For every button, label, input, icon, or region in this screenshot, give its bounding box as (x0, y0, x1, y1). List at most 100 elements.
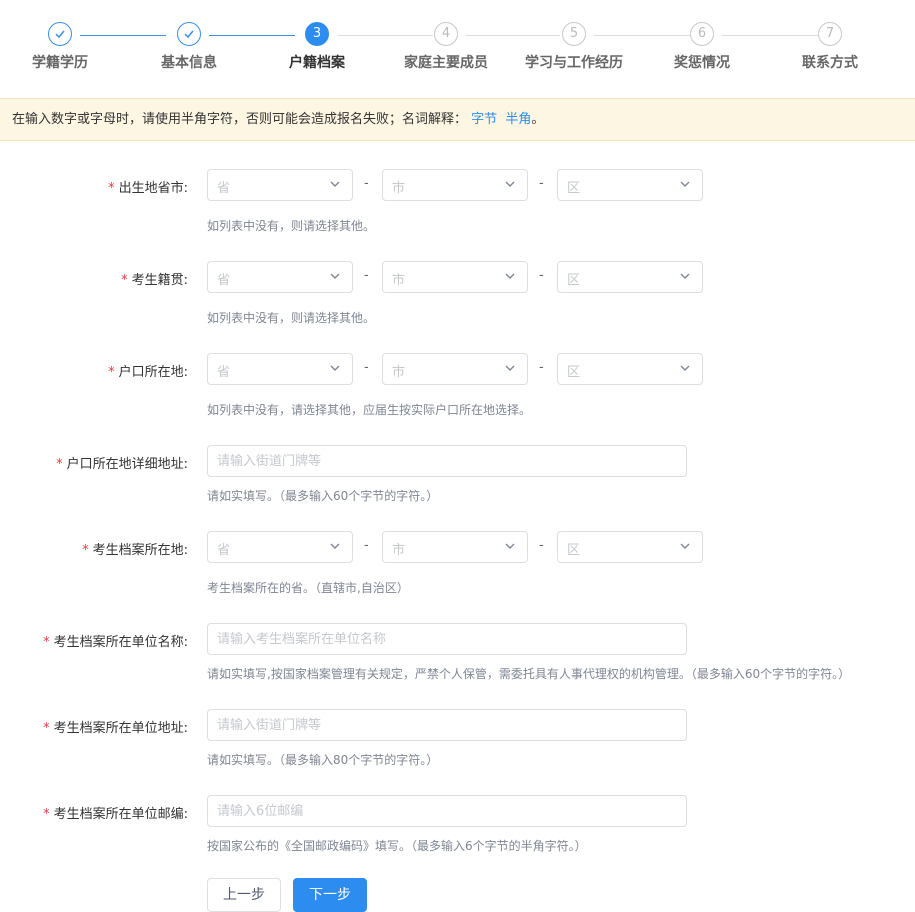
hukou-location-label-text: 户口所在地: (118, 365, 188, 380)
required-mark: * (43, 807, 50, 822)
archive-unit-address-label-text: 考生档案所在单位地址: (53, 721, 188, 736)
check-icon (55, 30, 65, 39)
notice-link-half-width[interactable]: 半角 (505, 112, 531, 127)
step-4-label: 家庭主要成员 (404, 55, 488, 71)
select-placeholder: 市 (392, 273, 406, 288)
hukou-address-input[interactable] (207, 445, 687, 477)
archive-district-select[interactable]: 区 (557, 531, 703, 563)
hukou-city-select[interactable]: 市 (382, 353, 528, 385)
select-placeholder: 区 (567, 365, 581, 380)
archive-unit-postcode-label-text: 考生档案所在单位邮编: (53, 807, 188, 822)
archive-location-label: * 考生档案所在地: (82, 539, 188, 558)
required-mark: * (43, 721, 50, 736)
hukou-province-select[interactable]: 省 (207, 353, 353, 385)
chevron-down-icon (680, 543, 690, 549)
select-placeholder: 区 (567, 273, 581, 288)
step-3-circle: 3 (305, 22, 329, 46)
select-placeholder: 市 (392, 365, 406, 380)
step-1-circle (48, 22, 72, 46)
step-1-label: 学籍学历 (32, 55, 88, 71)
step-7: 7 联系方式 (760, 22, 900, 72)
chevron-down-icon (505, 181, 515, 187)
separator: - (539, 268, 544, 283)
chevron-down-icon (505, 273, 515, 279)
archive-unit-name-hint: 请如实填写,按国家档案管理有关规定，严禁个人保管，需委托具有人事代理权的机构管理… (207, 667, 851, 681)
archive-city-select[interactable]: 市 (382, 531, 528, 563)
native-place-province-select[interactable]: 省 (207, 261, 353, 293)
chevron-down-icon (330, 181, 340, 187)
required-mark: * (56, 457, 63, 472)
archive-unit-name-label-text: 考生档案所在单位名称: (53, 635, 188, 650)
step-2: 基本信息 (119, 22, 259, 72)
required-mark: * (108, 365, 115, 380)
required-mark: * (43, 635, 50, 650)
archive-province-select[interactable]: 省 (207, 531, 353, 563)
half-width-notice: 在输入数字或字母时，请使用半角字符，否则可能会造成报名失败；名词解释： 字节 半… (0, 98, 915, 141)
hukou-district-select[interactable]: 区 (557, 353, 703, 385)
step-3: 3 户籍档案 (247, 22, 387, 72)
hukou-address-label: * 户口所在地详细地址: (56, 453, 188, 472)
separator: - (364, 176, 369, 191)
next-step-button[interactable]: 下一步 (293, 878, 367, 912)
native-place-city-select[interactable]: 市 (382, 261, 528, 293)
select-placeholder: 省 (217, 273, 231, 288)
step-4: 4 家庭主要成员 (376, 22, 516, 72)
select-placeholder: 区 (567, 181, 581, 196)
step-5-label: 学习与工作经历 (525, 55, 623, 71)
archive-unit-name-label: * 考生档案所在单位名称: (43, 631, 188, 650)
archive-location-hint: 考生档案所在的省。（直辖市,自治区） (207, 581, 409, 595)
separator: - (364, 268, 369, 283)
select-placeholder: 市 (392, 181, 406, 196)
archive-unit-address-input[interactable] (207, 709, 687, 741)
check-icon (184, 30, 194, 39)
step-6-circle: 6 (690, 22, 714, 46)
step-4-circle: 4 (434, 22, 458, 46)
archive-unit-postcode-input[interactable] (207, 795, 687, 827)
prev-step-button[interactable]: 上一步 (207, 878, 281, 912)
hukou-address-hint: 请如实填写。（最多输入60个字节的字符。） (207, 489, 439, 503)
archive-location-label-text: 考生档案所在地: (92, 543, 188, 558)
step-7-circle: 7 (818, 22, 842, 46)
chevron-down-icon (330, 365, 340, 371)
separator: - (364, 538, 369, 553)
hukou-address-label-text: 户口所在地详细地址: (66, 457, 188, 472)
separator: - (364, 360, 369, 375)
birthplace-city-select[interactable]: 市 (382, 169, 528, 201)
required-mark: * (108, 181, 115, 196)
required-mark: * (121, 273, 128, 288)
select-placeholder: 省 (217, 365, 231, 380)
select-placeholder: 省 (217, 181, 231, 196)
chevron-down-icon (680, 181, 690, 187)
step-7-label: 联系方式 (802, 55, 858, 71)
native-place-hint: 如列表中没有，则请选择其他。 (207, 311, 376, 325)
notice-end: 。 (531, 112, 545, 127)
step-1: 学籍学历 (0, 22, 130, 72)
chevron-down-icon (330, 543, 340, 549)
archive-unit-address-label: * 考生档案所在单位地址: (43, 717, 188, 736)
step-2-label: 基本信息 (161, 55, 217, 71)
notice-text: 在输入数字或字母时，请使用半角字符，否则可能会造成报名失败；名词解释： (12, 112, 468, 127)
select-placeholder: 区 (567, 543, 581, 558)
notice-link-byte[interactable]: 字节 (471, 112, 497, 127)
separator: - (539, 360, 544, 375)
birthplace-label-text: 出生地省市: (118, 181, 188, 196)
birthplace-province-select[interactable]: 省 (207, 169, 353, 201)
native-place-district-select[interactable]: 区 (557, 261, 703, 293)
separator: - (539, 538, 544, 553)
hukou-location-hint: 如列表中没有，请选择其他，应届生按实际户口所在地选择。 (207, 403, 532, 417)
birthplace-hint: 如列表中没有，则请选择其他。 (207, 219, 376, 233)
chevron-down-icon (330, 273, 340, 279)
separator: - (539, 176, 544, 191)
step-5: 5 学习与工作经历 (504, 22, 644, 72)
step-6: 6 奖惩情况 (632, 22, 772, 72)
archive-unit-postcode-hint: 按国家公布的《全国邮政编码》填写。（最多输入6个字节的半角字符。） (207, 839, 587, 853)
progress-stepper: 学籍学历 基本信息 3 户籍档案 4 家庭主要成员 5 学习与工作经历 6 奖惩… (0, 0, 915, 90)
archive-unit-name-input[interactable] (207, 623, 687, 655)
step-3-label: 户籍档案 (289, 55, 345, 71)
chevron-down-icon (505, 365, 515, 371)
archive-unit-address-hint: 请如实填写。（最多输入80个字节的字符。） (207, 753, 439, 767)
archive-unit-postcode-label: * 考生档案所在单位邮编: (43, 803, 188, 822)
birthplace-district-select[interactable]: 区 (557, 169, 703, 201)
step-2-circle (177, 22, 201, 46)
select-placeholder: 市 (392, 543, 406, 558)
